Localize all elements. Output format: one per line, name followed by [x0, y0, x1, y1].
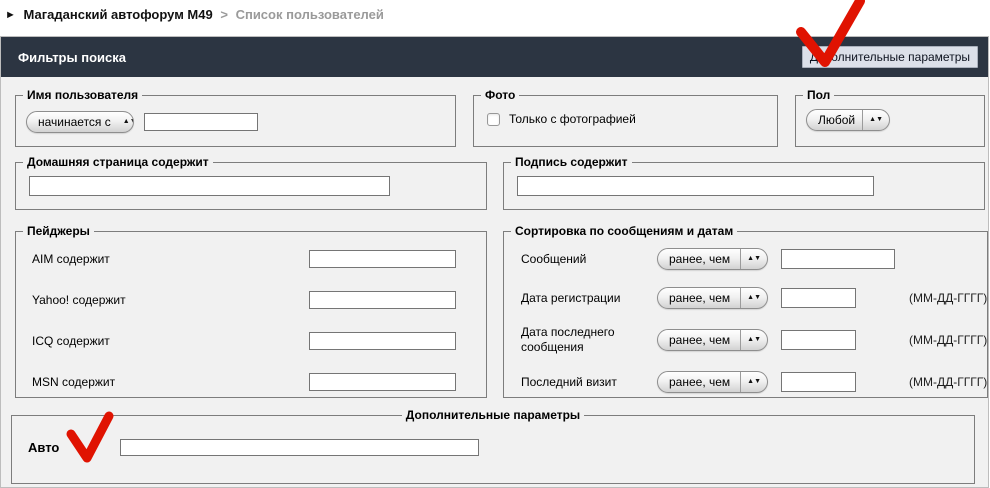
last-post-label: Дата последнего сообщения [521, 325, 657, 355]
breadcrumb-arrow-icon: ► [5, 9, 16, 21]
aim-input[interactable] [309, 250, 456, 268]
select-arrows-icon: ▲▼ [117, 112, 134, 132]
username-match-select-value: начинается с [27, 112, 117, 132]
search-filters-panel: Фильтры поиска Дополнительные параметры … [0, 36, 989, 488]
last-visit-compare-select-value: ранее, чем [658, 372, 740, 392]
homepage-fieldset: Домашняя страница содержит [15, 155, 487, 210]
yahoo-input[interactable] [309, 291, 456, 309]
breadcrumb: ► Магаданский автофорум М49 > Список пол… [5, 7, 384, 22]
pager-row-aim: AIM содержит [16, 238, 486, 279]
only-with-photo-label: Только с фотографией [509, 112, 636, 126]
messages-count-input[interactable] [781, 249, 895, 269]
breadcrumb-separator: > [220, 7, 228, 22]
gender-select[interactable]: Любой ▲▼ [806, 109, 890, 131]
pager-row-yahoo: Yahoo! содержит [16, 279, 486, 320]
select-arrows-icon: ▲▼ [741, 249, 767, 269]
reg-date-label: Дата регистрации [521, 291, 657, 305]
homepage-legend: Домашняя страница содержит [23, 155, 213, 169]
auto-label: Авто [28, 440, 120, 455]
last-post-compare-select[interactable]: ранее, чем ▲▼ [657, 329, 768, 351]
username-legend: Имя пользователя [23, 88, 142, 102]
reg-date-compare-select[interactable]: ранее, чем ▲▼ [657, 287, 768, 309]
gender-select-value: Любой [807, 110, 862, 130]
aim-label: AIM содержит [32, 252, 309, 266]
date-format-hint: (ММ-ДД-ГГГГ) [909, 375, 987, 389]
icq-input[interactable] [309, 332, 456, 350]
sorting-fieldset: Сортировка по сообщениям и датам Сообщен… [503, 224, 988, 398]
msn-input[interactable] [309, 373, 456, 391]
panel-header: Фильтры поиска Дополнительные параметры [1, 37, 988, 77]
last-post-compare-select-value: ранее, чем [658, 330, 740, 350]
sort-row-last-visit: Последний визит ранее, чем ▲▼ (ММ-ДД-ГГГ… [504, 362, 987, 401]
photo-legend: Фото [481, 88, 519, 102]
only-with-photo-checkbox[interactable] [487, 113, 500, 126]
username-match-select[interactable]: начинается с ▲▼ [26, 111, 134, 133]
signature-input[interactable] [517, 176, 874, 196]
last-post-date-input[interactable] [781, 330, 856, 350]
pagers-legend: Пейджеры [23, 224, 94, 238]
select-arrows-icon: ▲▼ [863, 110, 889, 130]
select-arrows-icon: ▲▼ [741, 288, 767, 308]
select-arrows-icon: ▲▼ [741, 372, 767, 392]
sort-row-messages: Сообщений ранее, чем ▲▼ [504, 239, 987, 278]
auto-input[interactable] [120, 439, 479, 456]
sort-row-last-post: Дата последнего сообщения ранее, чем ▲▼ … [504, 317, 987, 362]
messages-compare-select-value: ранее, чем [658, 249, 740, 269]
reg-date-input[interactable] [781, 288, 856, 308]
additional-params-legend: Дополнительные параметры [402, 408, 584, 422]
msn-label: MSN содержит [32, 375, 309, 389]
breadcrumb-current-page: Список пользователей [236, 7, 384, 22]
pager-row-msn: MSN содержит [16, 361, 486, 402]
messages-compare-select[interactable]: ранее, чем ▲▼ [657, 248, 768, 270]
date-format-hint: (ММ-ДД-ГГГГ) [909, 333, 987, 347]
date-format-hint: (ММ-ДД-ГГГГ) [909, 291, 987, 305]
last-visit-date-input[interactable] [781, 372, 856, 392]
last-visit-compare-select[interactable]: ранее, чем ▲▼ [657, 371, 768, 393]
gender-fieldset: Пол Любой ▲▼ [795, 88, 985, 147]
panel-title: Фильтры поиска [18, 50, 126, 65]
username-fieldset: Имя пользователя начинается с ▲▼ [15, 88, 456, 147]
sort-row-reg-date: Дата регистрации ранее, чем ▲▼ (ММ-ДД-ГГ… [504, 278, 987, 317]
icq-label: ICQ содержит [32, 334, 309, 348]
sorting-legend: Сортировка по сообщениям и датам [511, 224, 737, 238]
additional-params-fieldset: Дополнительные параметры Авто [11, 408, 975, 484]
breadcrumb-root-link[interactable]: Магаданский автофорум М49 [24, 7, 213, 22]
reg-date-compare-select-value: ранее, чем [658, 288, 740, 308]
pager-row-icq: ICQ содержит [16, 320, 486, 361]
username-input[interactable] [144, 113, 258, 131]
photo-fieldset: Фото Только с фотографией [473, 88, 778, 147]
yahoo-label: Yahoo! содержит [32, 293, 309, 307]
select-arrows-icon: ▲▼ [741, 330, 767, 350]
last-visit-label: Последний визит [521, 375, 657, 389]
signature-fieldset: Подпись содержит [503, 155, 985, 210]
pagers-fieldset: Пейджеры AIM содержит Yahoo! содержит IC… [15, 224, 487, 398]
homepage-input[interactable] [29, 176, 390, 196]
additional-params-button[interactable]: Дополнительные параметры [802, 46, 978, 68]
gender-legend: Пол [803, 88, 834, 102]
signature-legend: Подпись содержит [511, 155, 632, 169]
messages-label: Сообщений [521, 252, 657, 266]
